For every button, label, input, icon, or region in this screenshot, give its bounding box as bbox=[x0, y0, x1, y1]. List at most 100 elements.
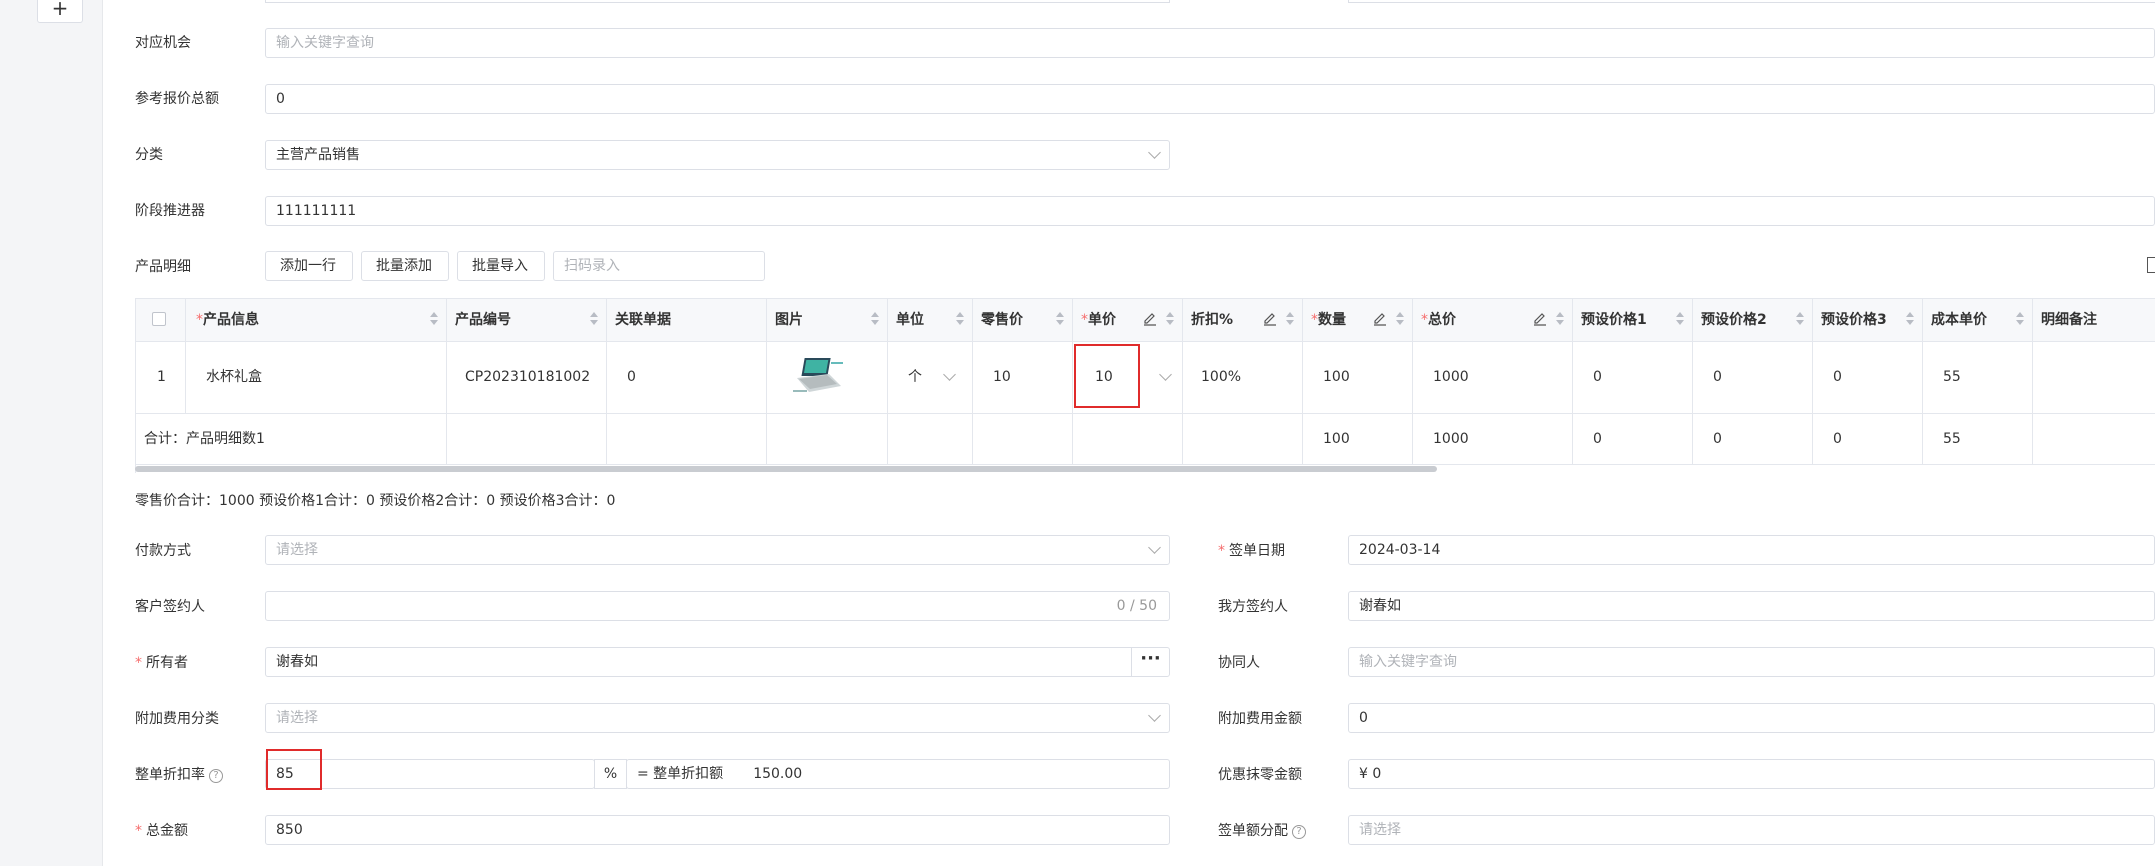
sum-qty: 100 bbox=[1303, 414, 1413, 464]
header-retail[interactable]: 零售价 bbox=[973, 299, 1073, 341]
ref-total-input[interactable]: 0 bbox=[265, 84, 2155, 114]
sum-empty bbox=[447, 414, 607, 464]
stage-label: 阶段推进器 bbox=[135, 203, 205, 219]
ref-total-label: 参考报价总额 bbox=[135, 91, 219, 107]
chevron-down-icon bbox=[1159, 368, 1172, 381]
table-header: *产品信息 产品编号 关联单据 图片 单位 零售价 *单价 折扣% *数量 *总… bbox=[136, 299, 2155, 342]
table-summary-row: 合计：产品明细数1 100 1000 0 0 0 55 bbox=[136, 414, 2155, 465]
highlight-discount-rate bbox=[266, 749, 322, 790]
cell-image[interactable] bbox=[767, 342, 888, 413]
discount-amount-display: = 整单折扣额 150.00 bbox=[626, 759, 1170, 789]
sort-icon[interactable] bbox=[430, 312, 438, 326]
rounding-input[interactable]: ¥ 0 bbox=[1348, 759, 2155, 789]
header-unit-price[interactable]: *单价 bbox=[1073, 299, 1183, 341]
header-code[interactable]: 产品编号 bbox=[447, 299, 607, 341]
header-remark: 明细备注 bbox=[2033, 299, 2155, 341]
price-summary: 零售价合计：1000 预设价格1合计：0 预设价格2合计：0 预设价格3合计：0 bbox=[135, 493, 616, 509]
batch-import-button[interactable]: 批量导入 bbox=[457, 251, 545, 281]
our-signer-label: 我方签约人 bbox=[1218, 599, 1288, 615]
percent-addon: % bbox=[594, 759, 627, 789]
more-icon[interactable]: ··· bbox=[1131, 648, 1169, 676]
sum-empty bbox=[767, 414, 888, 464]
owner-input[interactable]: 谢春如 ··· bbox=[265, 647, 1170, 677]
stage-input[interactable]: 111111111 bbox=[265, 196, 2155, 226]
checkbox[interactable] bbox=[152, 312, 166, 326]
sum-p1: 0 bbox=[1573, 414, 1693, 464]
add-row-button[interactable]: 添加一行 bbox=[265, 251, 353, 281]
cell-qty[interactable]: 100 bbox=[1303, 342, 1413, 413]
row-index: 1 bbox=[136, 342, 186, 413]
sum-p3: 0 bbox=[1813, 414, 1923, 464]
help-icon[interactable]: ? bbox=[1292, 825, 1306, 839]
header-p1[interactable]: 预设价格1 bbox=[1573, 299, 1693, 341]
sort-icon[interactable] bbox=[2016, 312, 2024, 326]
discount-rate-label: 整单折扣率? bbox=[135, 765, 223, 785]
chevron-down-icon bbox=[943, 368, 956, 381]
sort-icon[interactable] bbox=[1906, 312, 1914, 326]
customer-signer-input[interactable]: 0 / 50 bbox=[265, 591, 1170, 621]
scan-input[interactable]: 扫码录入 bbox=[553, 251, 765, 281]
sort-icon[interactable] bbox=[956, 312, 964, 326]
fullscreen-icon[interactable] bbox=[2147, 257, 2155, 273]
product-image[interactable] bbox=[791, 356, 847, 398]
sort-icon[interactable] bbox=[871, 312, 879, 326]
header-discount[interactable]: 折扣% bbox=[1183, 299, 1303, 341]
highlight-unit-price bbox=[1074, 344, 1140, 408]
extra-fee-category-select[interactable]: 请选择 bbox=[265, 703, 1170, 733]
cell-code: CP202310181002 bbox=[447, 342, 607, 413]
sum-empty bbox=[1073, 414, 1183, 464]
header-qty[interactable]: *数量 bbox=[1303, 299, 1413, 341]
cell-product[interactable]: 水杯礼盒 bbox=[186, 342, 447, 413]
header-select-all[interactable] bbox=[136, 299, 186, 341]
sort-icon[interactable] bbox=[1396, 312, 1404, 326]
collaborator-input[interactable]: 输入关键字查询 bbox=[1348, 647, 2155, 677]
edit-icon[interactable] bbox=[1373, 312, 1387, 326]
sign-date-input[interactable]: 2024-03-14 bbox=[1348, 535, 2155, 565]
sort-icon[interactable] bbox=[1676, 312, 1684, 326]
allocation-select[interactable]: 请选择 bbox=[1348, 815, 2155, 845]
payment-select[interactable]: 请选择 bbox=[265, 535, 1170, 565]
batch-add-button[interactable]: 批量添加 bbox=[361, 251, 449, 281]
sum-total: 1000 bbox=[1413, 414, 1573, 464]
cell-related[interactable]: 0 bbox=[607, 342, 767, 413]
header-total[interactable]: *总价 bbox=[1413, 299, 1573, 341]
sort-icon[interactable] bbox=[1286, 312, 1294, 326]
category-select[interactable]: 主营产品销售 bbox=[265, 140, 1170, 170]
header-p2[interactable]: 预设价格2 bbox=[1693, 299, 1813, 341]
add-tab-button[interactable]: + bbox=[37, 0, 83, 23]
cell-remark[interactable] bbox=[2033, 342, 2155, 413]
left-sidebar bbox=[0, 0, 103, 866]
table-horizontal-scrollbar[interactable] bbox=[135, 466, 1437, 472]
cell-cost: 55 bbox=[1923, 342, 2033, 413]
cell-total[interactable]: 1000 bbox=[1413, 342, 1573, 413]
sum-cost: 55 bbox=[1923, 414, 2033, 464]
header-cost[interactable]: 成本单价 bbox=[1923, 299, 2033, 341]
header-product[interactable]: *产品信息 bbox=[186, 299, 447, 341]
top-input-edge-right bbox=[1348, 0, 2155, 3]
sort-icon[interactable] bbox=[1056, 312, 1064, 326]
sort-icon[interactable] bbox=[590, 312, 598, 326]
sign-date-label: * 签单日期 bbox=[1218, 543, 1285, 559]
plus-icon: + bbox=[51, 0, 69, 20]
sort-icon[interactable] bbox=[1796, 312, 1804, 326]
opportunity-input[interactable]: 输入关键字查询 bbox=[265, 28, 2155, 58]
header-p3[interactable]: 预设价格3 bbox=[1813, 299, 1923, 341]
sort-icon[interactable] bbox=[1166, 312, 1174, 326]
cell-discount[interactable]: 100% bbox=[1183, 342, 1303, 413]
edit-icon[interactable] bbox=[1263, 312, 1277, 326]
header-related: 关联单据 bbox=[607, 299, 767, 341]
edit-icon[interactable] bbox=[1533, 312, 1547, 326]
header-image[interactable]: 图片 bbox=[767, 299, 888, 341]
sum-label: 合计：产品明细数1 bbox=[136, 414, 447, 464]
edit-icon[interactable] bbox=[1143, 312, 1157, 326]
total-amount-input[interactable]: 850 bbox=[265, 815, 1170, 845]
extra-fee-amount-input[interactable]: 0 bbox=[1348, 703, 2155, 733]
sum-empty bbox=[888, 414, 973, 464]
help-icon[interactable]: ? bbox=[209, 769, 223, 783]
our-signer-input[interactable]: 谢春如 bbox=[1348, 591, 2155, 621]
cell-unit-select[interactable]: 个 bbox=[888, 342, 973, 413]
sum-empty bbox=[973, 414, 1073, 464]
header-unit[interactable]: 单位 bbox=[888, 299, 973, 341]
sort-icon[interactable] bbox=[1556, 312, 1564, 326]
payment-label: 付款方式 bbox=[135, 543, 191, 559]
